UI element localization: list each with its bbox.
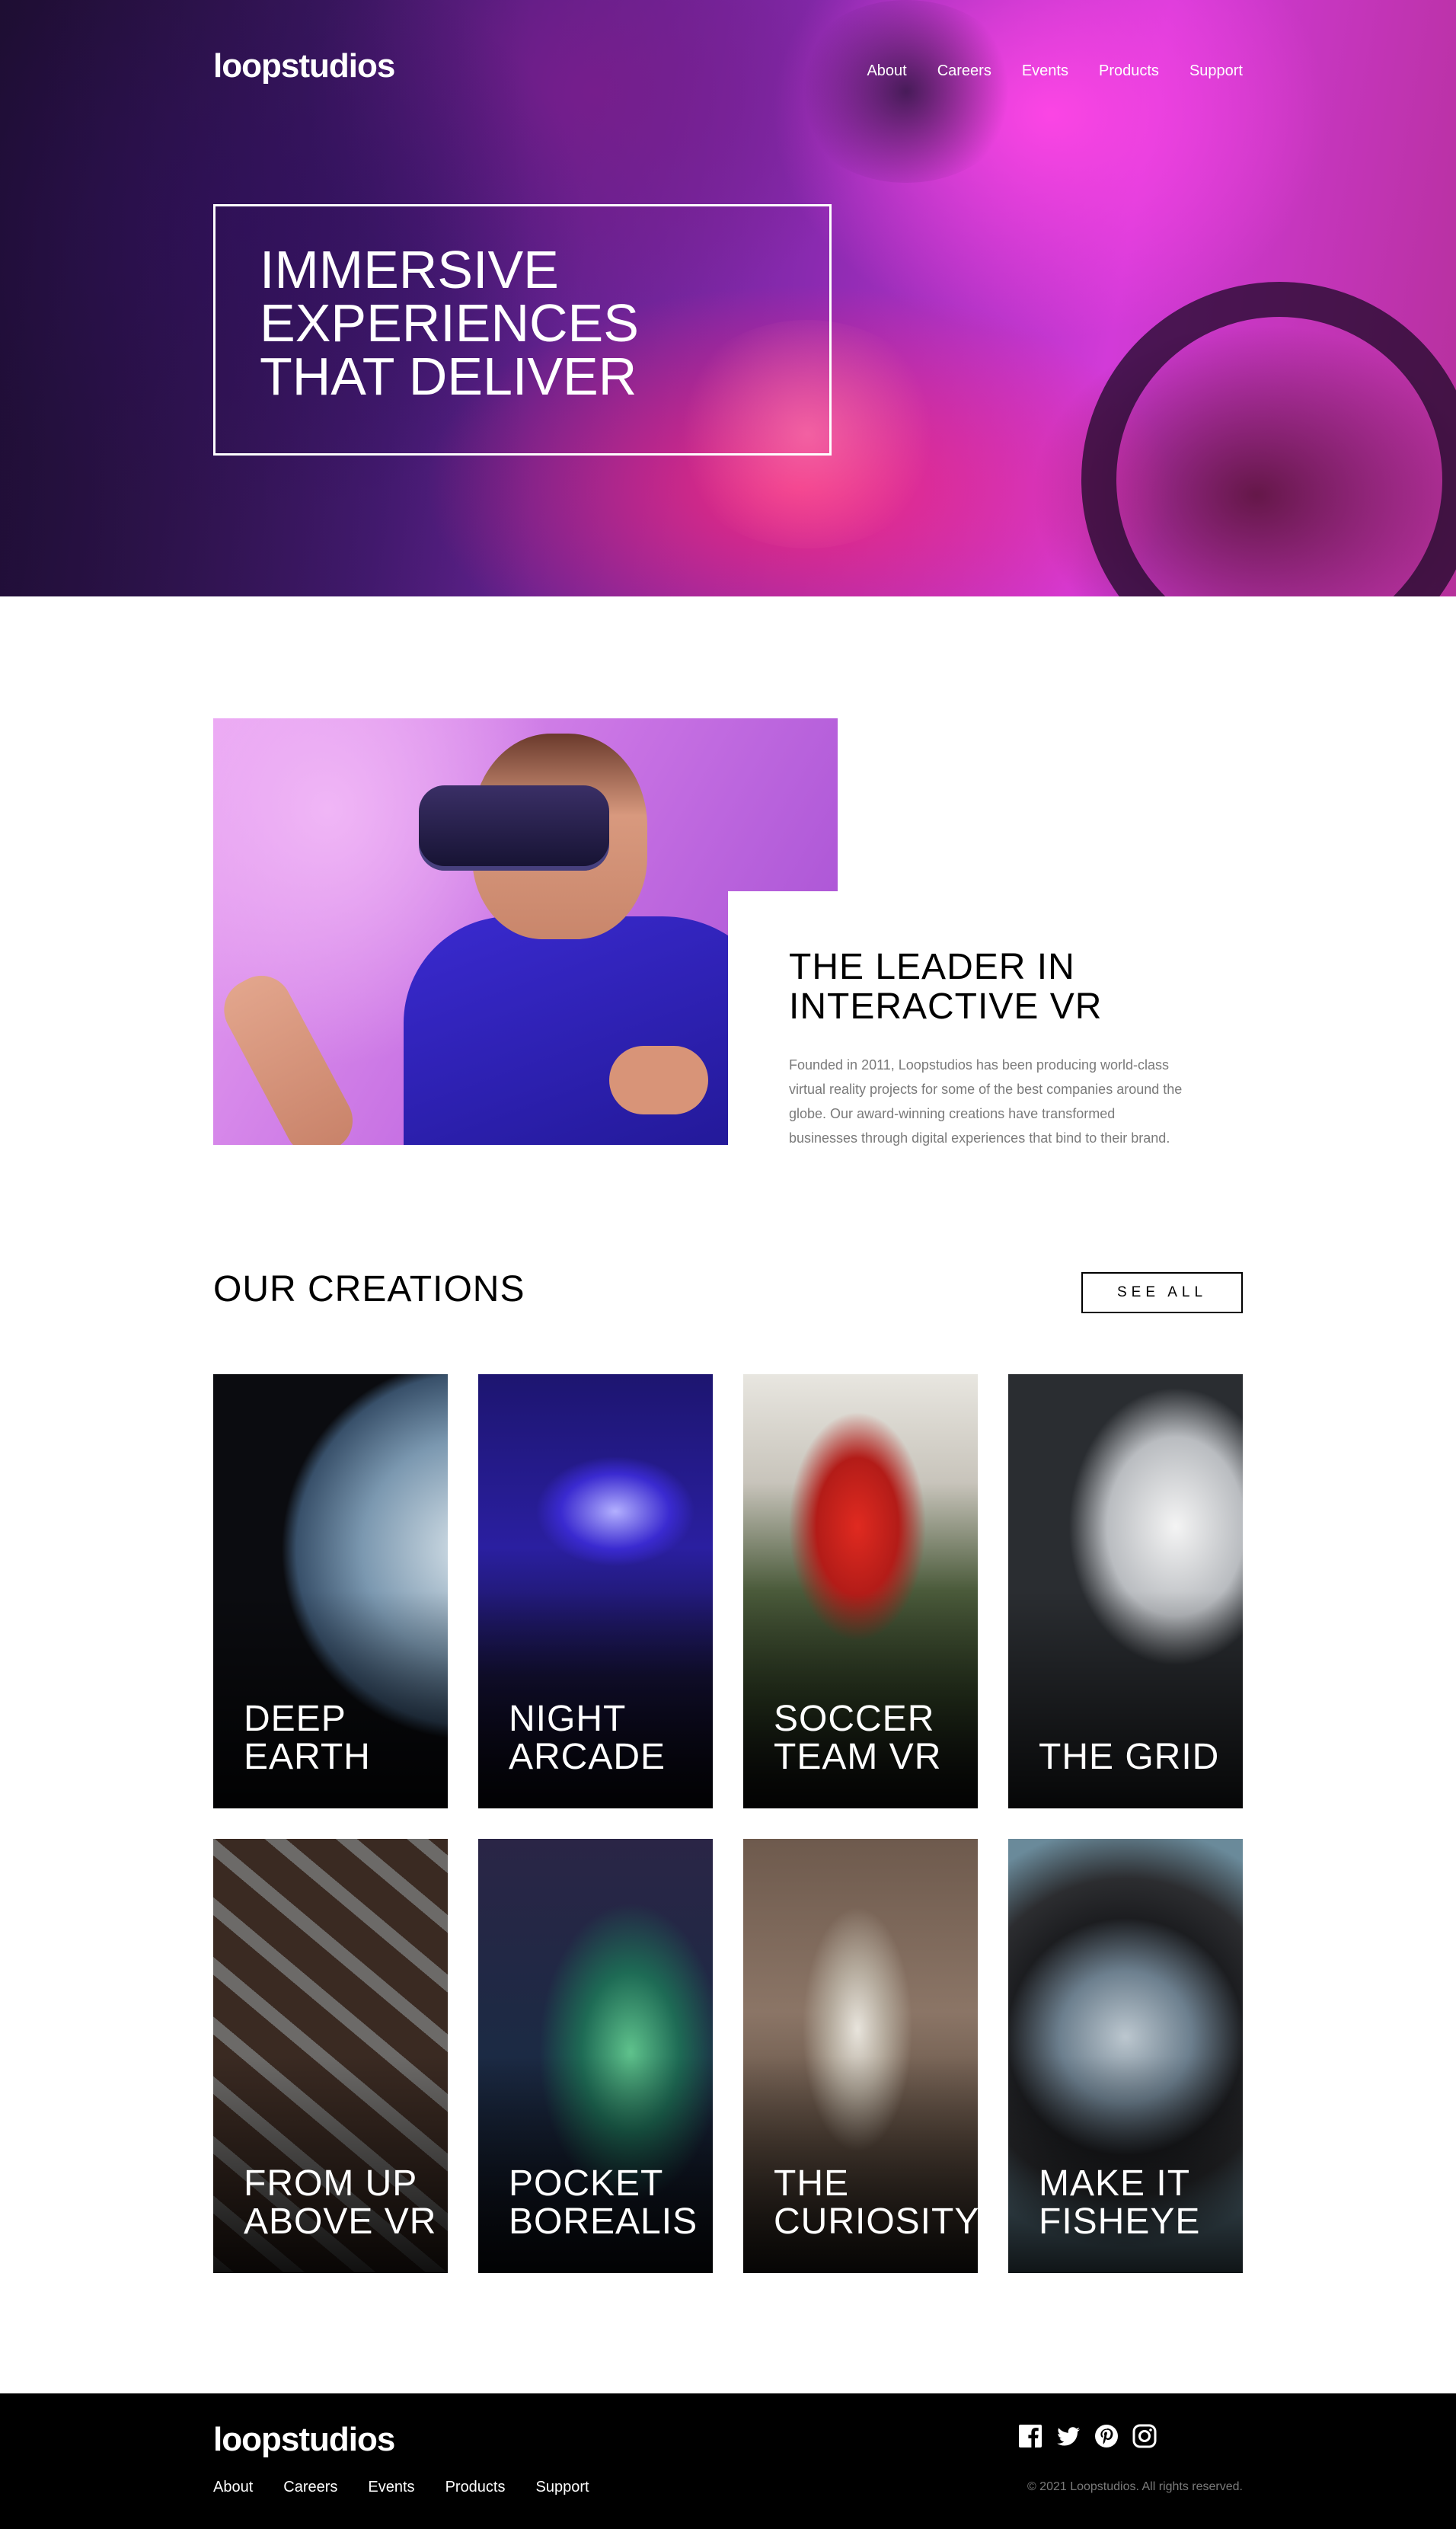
footer-link-products[interactable]: Products [445, 2479, 506, 2496]
creation-card-night-arcade[interactable]: Night Arcade [478, 1374, 713, 1808]
social-links [1018, 2424, 1157, 2448]
creation-card-title: The Curiosity [774, 2163, 978, 2242]
intro-text-box: The leader in interactive VR Founded in … [789, 948, 1185, 1150]
creation-card-soccer-team-vr[interactable]: Soccer Team VR [743, 1374, 978, 1808]
creation-card-deep-earth[interactable]: Deep Earth [213, 1374, 448, 1808]
creation-card-title: Deep Earth [244, 1699, 371, 1777]
intro-body: Founded in 2011, Loopstudios has been pr… [789, 1057, 1183, 1146]
footer-nav: About Careers Events Products Support [213, 2479, 589, 2496]
hero-title: Immersive experiences that deliver [260, 240, 639, 406]
nav-link-support[interactable]: Support [1189, 62, 1243, 80]
header-nav: About Careers Events Products Support [867, 62, 1243, 80]
instagram-icon[interactable] [1132, 2424, 1157, 2448]
footer-link-about[interactable]: About [213, 2479, 253, 2496]
creation-card-title: The Grid [1039, 1737, 1220, 1777]
nav-link-products[interactable]: Products [1099, 62, 1159, 80]
creation-card-title: Pocket Borealis [509, 2163, 698, 2242]
intro-title: The leader in interactive VR [789, 947, 1103, 1027]
see-all-button[interactable]: See all [1081, 1272, 1243, 1313]
intro-image-arm [213, 964, 364, 1145]
creation-card-make-it-fisheye[interactable]: Make it fisheye [1008, 1839, 1243, 2273]
creation-card-the-grid[interactable]: The Grid [1008, 1374, 1243, 1808]
creation-card-pocket-borealis[interactable]: Pocket Borealis [478, 1839, 713, 2273]
creation-card-title: Soccer Team VR [774, 1699, 942, 1777]
facebook-icon[interactable] [1018, 2424, 1043, 2448]
footer-link-careers[interactable]: Careers [283, 2479, 337, 2496]
intro-image-hand [609, 1046, 708, 1114]
creation-card-title: From up above VR [244, 2163, 437, 2242]
hero-title-box: Immersive experiences that deliver [213, 204, 832, 456]
intro-image-shirt [404, 916, 784, 1145]
footer: loopstudios About Careers Events Product… [0, 2393, 1456, 2529]
nav-link-events[interactable]: Events [1022, 62, 1068, 80]
hero-section: loopstudios About Careers Events Product… [0, 0, 1456, 596]
footer-logo[interactable]: loopstudios [213, 2421, 395, 2459]
nav-link-about[interactable]: About [867, 62, 906, 80]
hero-image-steering-wheel [1081, 282, 1456, 596]
pinterest-icon[interactable] [1094, 2424, 1119, 2448]
creation-card-title: Make it fisheye [1039, 2163, 1201, 2242]
copyright-text: © 2021 Loopstudios. All rights reserved. [1027, 2480, 1243, 2493]
creation-card-the-curiosity[interactable]: The Curiosity [743, 1839, 978, 2273]
creation-card-title: Night Arcade [509, 1699, 666, 1777]
hero-image-shadow [792, 0, 1020, 183]
header-logo[interactable]: loopstudios [213, 47, 395, 85]
creation-card-from-up-above-vr[interactable]: From up above VR [213, 1839, 448, 2273]
footer-link-support[interactable]: Support [536, 2479, 589, 2496]
twitter-icon[interactable] [1056, 2424, 1081, 2448]
intro-image-vr-headset [419, 785, 609, 871]
creations-title: Our creations [213, 1269, 525, 1309]
nav-link-careers[interactable]: Careers [937, 62, 991, 80]
footer-link-events[interactable]: Events [368, 2479, 414, 2496]
